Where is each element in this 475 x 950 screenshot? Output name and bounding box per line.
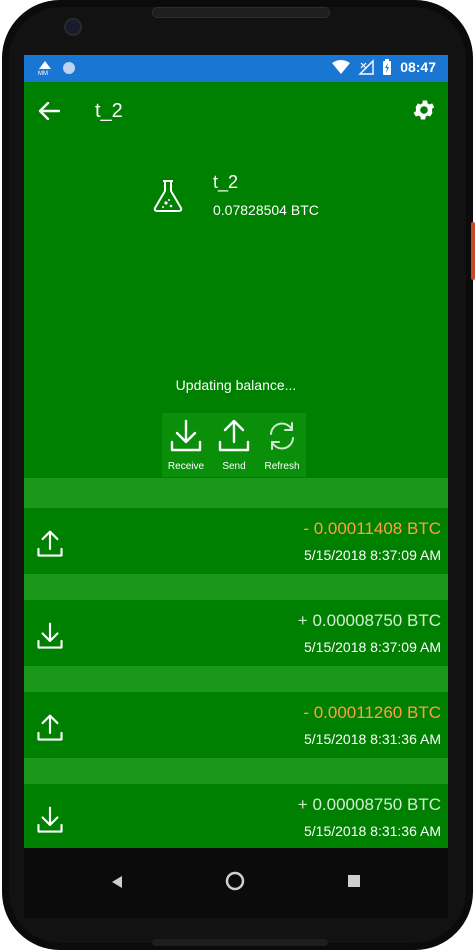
transaction-row[interactable]: + 0.00008750 BTC 5/15/2018 8:31:36 AM bbox=[24, 784, 448, 848]
svg-text:MM: MM bbox=[38, 71, 48, 76]
list-divider bbox=[24, 758, 448, 784]
transaction-amount: - 0.00011260 BTC bbox=[303, 703, 441, 722]
system-nav-bar bbox=[24, 848, 448, 918]
status-text: Updating balance... bbox=[175, 377, 297, 393]
transaction-date: 5/15/2018 8:31:36 AM bbox=[304, 823, 441, 839]
upload-icon bbox=[37, 530, 63, 557]
transaction-date: 5/15/2018 8:37:09 AM bbox=[304, 547, 441, 563]
refresh-button[interactable]: Refresh bbox=[258, 413, 306, 477]
back-button[interactable] bbox=[36, 98, 62, 124]
wallet-balance: 0.07828504 BTC bbox=[213, 202, 319, 218]
download-icon bbox=[170, 419, 202, 452]
list-divider bbox=[24, 666, 448, 692]
transaction-amount: - 0.00011408 BTC bbox=[303, 519, 441, 538]
wallet-name: t_2 bbox=[213, 172, 239, 192]
circle-notification-icon bbox=[63, 62, 75, 74]
transaction-date: 5/15/2018 8:37:09 AM bbox=[304, 639, 441, 655]
receive-label: Receive bbox=[167, 461, 205, 472]
transaction-date: 5/15/2018 8:31:36 AM bbox=[304, 731, 441, 747]
page-title: t_2 bbox=[95, 100, 123, 122]
status-time: 08:47 bbox=[400, 59, 436, 75]
wifi-icon bbox=[332, 60, 351, 74]
power-button bbox=[471, 222, 475, 280]
front-camera bbox=[64, 18, 82, 36]
settings-button[interactable] bbox=[408, 94, 440, 126]
list-divider bbox=[24, 478, 448, 508]
mm-notification-icon: MM bbox=[38, 61, 51, 76]
download-icon bbox=[37, 622, 63, 649]
upload-icon bbox=[218, 419, 250, 452]
receive-button[interactable]: Receive bbox=[162, 413, 210, 477]
status-bar: MM 08:47 bbox=[24, 55, 448, 82]
send-label: Send bbox=[222, 461, 246, 472]
action-bar: Receive Send Refresh bbox=[162, 413, 306, 477]
send-button[interactable]: Send bbox=[210, 413, 258, 477]
app-bar: t_2 bbox=[24, 82, 448, 140]
transaction-list: - 0.00011408 BTC 5/15/2018 8:37:09 AM + … bbox=[24, 478, 448, 848]
transaction-amount: + 0.00008750 BTC bbox=[297, 795, 441, 814]
list-divider bbox=[24, 574, 448, 600]
transaction-amount: + 0.00008750 BTC bbox=[297, 611, 441, 630]
transaction-row[interactable]: - 0.00011408 BTC 5/15/2018 8:37:09 AM bbox=[24, 508, 448, 574]
triangle-back-icon[interactable] bbox=[110, 874, 124, 890]
flask-icon bbox=[153, 180, 183, 212]
transaction-row[interactable]: - 0.00011260 BTC 5/15/2018 8:31:36 AM bbox=[24, 692, 448, 758]
download-icon bbox=[37, 806, 63, 833]
bottom-speaker bbox=[152, 939, 328, 946]
circle-home-icon[interactable] bbox=[225, 871, 245, 891]
arrow-left-icon bbox=[38, 102, 60, 120]
app-screen: MM 08:47 t_2 t_2 0.07828504 BTC Updating… bbox=[24, 55, 448, 848]
transaction-row[interactable]: + 0.00008750 BTC 5/15/2018 8:37:09 AM bbox=[24, 600, 448, 666]
upload-icon bbox=[37, 714, 63, 741]
refresh-label: Refresh bbox=[264, 461, 300, 472]
gear-icon bbox=[413, 100, 435, 120]
battery-icon bbox=[383, 59, 392, 75]
square-recents-icon[interactable] bbox=[347, 874, 361, 888]
refresh-icon bbox=[270, 422, 294, 450]
earpiece-speaker bbox=[152, 7, 330, 18]
no-signal-icon bbox=[358, 59, 374, 75]
